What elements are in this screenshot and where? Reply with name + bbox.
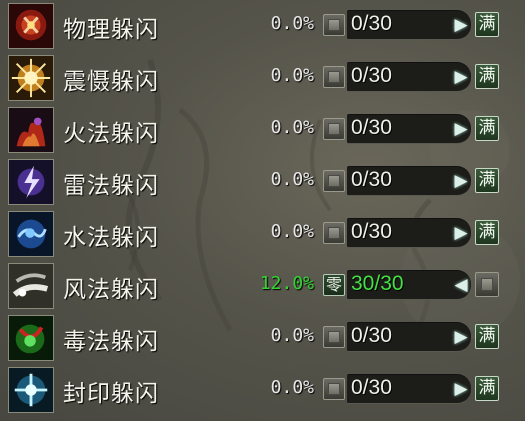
skill-name: 物理躲闪 bbox=[63, 17, 159, 43]
seal-dodge-icon bbox=[8, 367, 54, 413]
arrow-right-icon[interactable]: ▶ bbox=[451, 223, 471, 243]
dodge-row: 火法躲闪 0.0% 0/30 ▶ 满 bbox=[0, 104, 525, 156]
skill-name: 水法躲闪 bbox=[63, 225, 159, 251]
dodge-row: 风法躲闪 12.0% 零 30/30 ◀ bbox=[0, 260, 525, 312]
max-button[interactable]: 满 bbox=[475, 324, 499, 349]
points-value: 0/30 bbox=[351, 220, 392, 243]
skill-name: 毒法躲闪 bbox=[63, 329, 159, 355]
points-value: 0/30 bbox=[351, 116, 392, 139]
max-button[interactable]: 满 bbox=[475, 376, 499, 401]
dodge-percent: 0.0% bbox=[270, 13, 314, 34]
dodge-row: 物理躲闪 0.0% 0/30 ▶ 满 bbox=[0, 0, 525, 52]
fire-dodge-icon bbox=[8, 107, 54, 153]
decrease-button[interactable] bbox=[323, 66, 345, 88]
max-button[interactable]: 满 bbox=[475, 12, 499, 37]
dodge-percent: 0.0% bbox=[270, 169, 314, 190]
decrease-button[interactable] bbox=[323, 118, 345, 140]
arrow-left-icon[interactable]: ◀ bbox=[451, 275, 471, 295]
skill-name: 雷法躲闪 bbox=[63, 173, 159, 199]
arrow-right-icon[interactable]: ▶ bbox=[451, 119, 471, 139]
thunder-dodge-icon bbox=[8, 159, 54, 205]
arrow-right-icon[interactable]: ▶ bbox=[451, 327, 471, 347]
dodge-row: 毒法躲闪 0.0% 0/30 ▶ 满 bbox=[0, 312, 525, 364]
max-button[interactable]: 满 bbox=[475, 168, 499, 193]
dodge-percent: 12.0% bbox=[259, 273, 314, 294]
dodge-row: 水法躲闪 0.0% 0/30 ▶ 满 bbox=[0, 208, 525, 260]
dodge-row: 震慑躲闪 0.0% 0/30 ▶ 满 bbox=[0, 52, 525, 104]
arrow-right-icon[interactable]: ▶ bbox=[451, 15, 471, 35]
skill-name: 风法躲闪 bbox=[63, 277, 159, 303]
points-value: 0/30 bbox=[351, 64, 392, 87]
dodge-percent: 0.0% bbox=[270, 65, 314, 86]
points-value: 0/30 bbox=[351, 324, 392, 347]
dodge-percent: 0.0% bbox=[270, 325, 314, 346]
dodge-percent: 0.0% bbox=[270, 377, 314, 398]
points-value: 0/30 bbox=[351, 168, 392, 191]
arrow-right-icon[interactable]: ▶ bbox=[451, 67, 471, 87]
max-button[interactable]: 满 bbox=[475, 116, 499, 141]
dodge-percent: 0.0% bbox=[270, 117, 314, 138]
max-button[interactable]: 满 bbox=[475, 64, 499, 89]
water-dodge-icon bbox=[8, 211, 54, 257]
dodge-row: 雷法躲闪 0.0% 0/30 ▶ 满 bbox=[0, 156, 525, 208]
arrow-right-icon[interactable]: ▶ bbox=[451, 379, 471, 399]
decrease-button[interactable] bbox=[323, 222, 345, 244]
skill-name: 封印躲闪 bbox=[63, 381, 159, 407]
points-value: 0/30 bbox=[351, 376, 392, 399]
physical-dodge-icon bbox=[8, 3, 54, 49]
arrow-right-icon[interactable]: ▶ bbox=[451, 171, 471, 191]
wind-dodge-icon bbox=[8, 263, 54, 309]
max-button-disabled[interactable] bbox=[475, 272, 499, 297]
decrease-button[interactable] bbox=[323, 326, 345, 348]
points-value: 0/30 bbox=[351, 12, 392, 35]
dodge-skill-panel: 物理躲闪 0.0% 0/30 ▶ 满 震慑躲闪 0.0% 0/30 ▶ 满 火法… bbox=[0, 0, 525, 421]
reset-button[interactable]: 零 bbox=[323, 274, 345, 296]
decrease-button[interactable] bbox=[323, 170, 345, 192]
skill-name: 震慑躲闪 bbox=[63, 69, 159, 95]
shock-dodge-icon bbox=[8, 55, 54, 101]
decrease-button[interactable] bbox=[323, 378, 345, 400]
points-value: 30/30 bbox=[351, 272, 404, 295]
poison-dodge-icon bbox=[8, 315, 54, 361]
skill-name: 火法躲闪 bbox=[63, 121, 159, 147]
dodge-row: 封印躲闪 0.0% 0/30 ▶ 满 bbox=[0, 364, 525, 416]
decrease-button[interactable] bbox=[323, 14, 345, 36]
max-button[interactable]: 满 bbox=[475, 220, 499, 245]
dodge-percent: 0.0% bbox=[270, 221, 314, 242]
